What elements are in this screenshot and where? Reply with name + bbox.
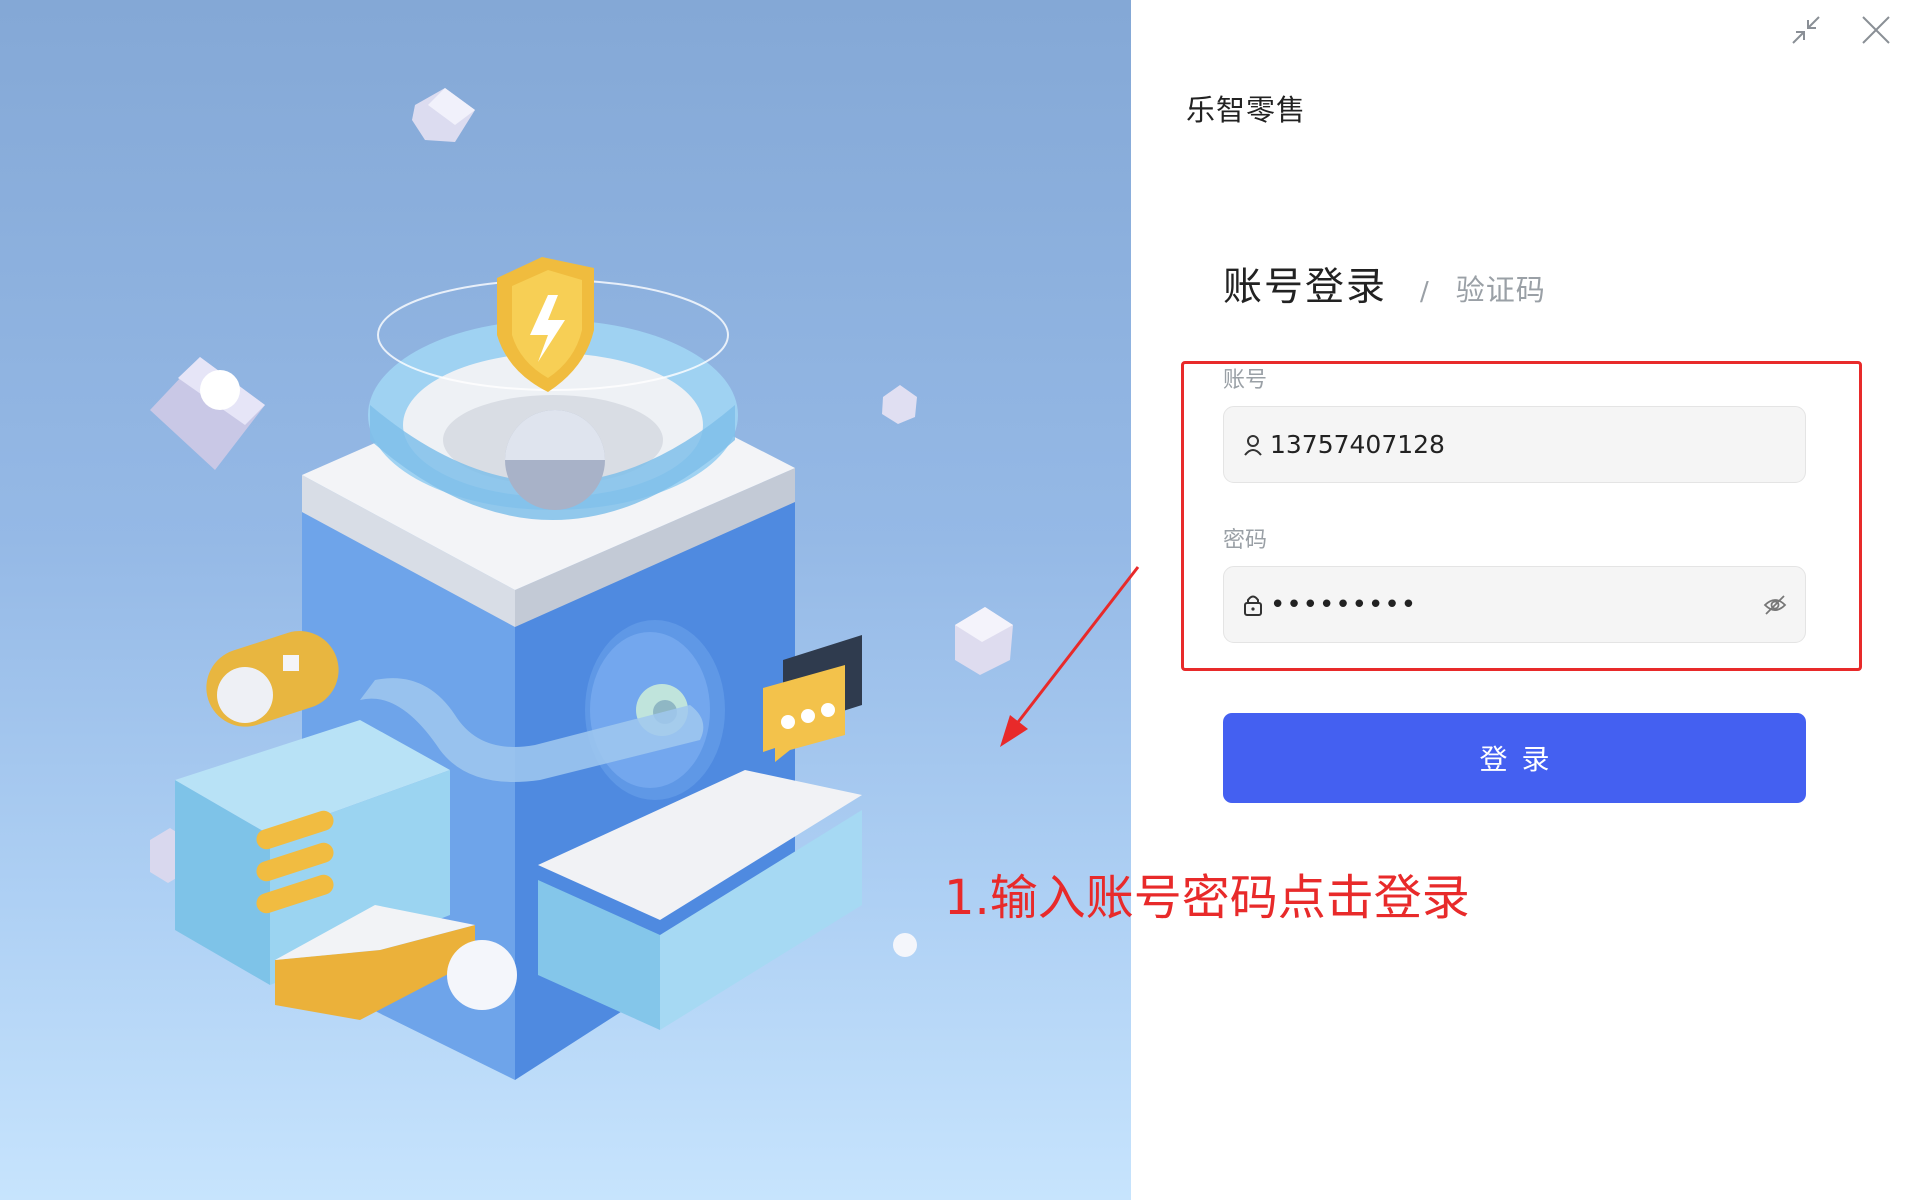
password-field[interactable]: [1223, 566, 1806, 643]
hero-illustration: [0, 0, 1131, 1200]
account-input[interactable]: [1270, 424, 1750, 465]
floating-cube-right: [882, 385, 917, 424]
eye-off-icon[interactable]: [1763, 594, 1787, 616]
floating-ball-small: [893, 933, 917, 957]
floating-cube-top: [412, 88, 475, 142]
floating-cube-left: [150, 357, 265, 470]
lock-icon: [1242, 593, 1264, 617]
left-bar-block: [175, 720, 475, 1020]
floating-ball-large: [447, 940, 517, 1010]
login-button[interactable]: 登录: [1223, 713, 1806, 803]
minimize-button[interactable]: [1786, 10, 1826, 50]
tab-verification-code[interactable]: 验证码: [1456, 267, 1546, 312]
close-button[interactable]: [1856, 10, 1896, 50]
metal-sphere: [505, 410, 605, 510]
collapse-arrows-icon: [1792, 16, 1820, 44]
annotation-arrow-icon: [1000, 566, 1140, 747]
brand-name: 乐智零售: [1186, 93, 1307, 127]
tab-account-login[interactable]: 账号登录: [1223, 256, 1387, 312]
account-label: 账号: [1223, 368, 1268, 393]
isometric-machine-illustration: [150, 88, 1013, 1080]
tab-separator: /: [1420, 277, 1429, 307]
user-icon: [1242, 433, 1264, 457]
password-label: 密码: [1223, 528, 1268, 553]
account-field[interactable]: [1223, 406, 1806, 483]
side-wheel: [585, 620, 725, 800]
annotation-instruction: 1.输入账号密码点击登录: [944, 870, 1470, 926]
close-icon: [1862, 16, 1890, 44]
password-input[interactable]: [1270, 584, 1750, 625]
login-tabs: 账号登录 / 验证码: [1223, 262, 1546, 312]
